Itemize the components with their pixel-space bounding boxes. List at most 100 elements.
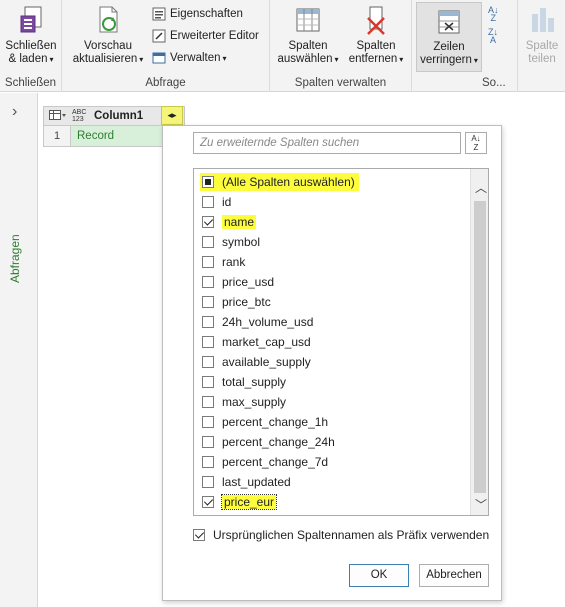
properties-button[interactable]: Eigenschaften xyxy=(152,7,243,21)
prefix-label: Ursprünglichen Spaltennamen als Präfix v… xyxy=(213,528,490,542)
column-list: (Alle Spalten auswählen) id name symbol rank… xyxy=(193,168,489,516)
list-item[interactable]: name xyxy=(202,213,257,231)
split-column-button[interactable]: Spalte teilen xyxy=(520,4,564,66)
column-checkbox[interactable] xyxy=(202,336,214,348)
column-type-icon[interactable]: ABC 123 xyxy=(72,109,92,123)
list-item[interactable]: 24h_volume_usd xyxy=(202,313,313,331)
split-column-icon xyxy=(526,4,558,38)
prefix-option[interactable]: Ursprünglichen Spaltennamen als Präfix v… xyxy=(193,528,489,542)
list-item[interactable]: market_cap_usd xyxy=(202,333,311,351)
queries-side-panel: › Abfragen xyxy=(0,93,38,607)
ribbon-group-manage-columns: Spalten auswählen ▾ Spalten entfernen ▾ Sp… xyxy=(270,0,412,92)
scroll-thumb[interactable] xyxy=(474,201,486,493)
queries-panel-label[interactable]: Abfragen xyxy=(8,234,22,283)
column-label: id xyxy=(222,195,232,209)
column-label: 24h_volume_eur xyxy=(222,515,311,516)
ribbon-group-reduce-rows: Zeilen verringern ▾ A↓ Z Z↓ A So... xyxy=(412,0,518,92)
reduce-rows-icon xyxy=(433,5,465,39)
list-item[interactable]: total_supply xyxy=(202,373,286,391)
close-and-load-icon xyxy=(15,4,47,38)
column-checkbox[interactable] xyxy=(202,296,214,308)
remove-columns-label: Spalten entfernen xyxy=(348,40,398,65)
column-label: 24h_volume_usd xyxy=(222,315,314,329)
sort-az-icon: A↓ Z xyxy=(471,134,481,152)
column-name[interactable]: Column1 xyxy=(94,110,143,122)
column-checkbox[interactable] xyxy=(202,196,214,208)
reduce-rows-label: Zeilen verringern xyxy=(420,41,472,66)
column-checkbox[interactable] xyxy=(202,396,214,408)
remove-columns-button[interactable]: Spalten entfernen ▾ xyxy=(344,4,408,66)
list-item[interactable]: percent_change_24h xyxy=(202,433,335,451)
column-checkbox[interactable] xyxy=(202,356,214,368)
ribbon-group-split: Spalte teilen xyxy=(518,0,565,92)
list-item[interactable]: id xyxy=(202,193,231,211)
column-label: percent_change_1h xyxy=(222,415,329,429)
list-scrollbar[interactable]: ︿ ﹀ xyxy=(470,169,488,515)
list-item[interactable]: last_updated xyxy=(202,473,291,491)
expand-arrows-icon: ◂▸ xyxy=(167,110,177,120)
group-label-close: Schließen xyxy=(4,77,57,89)
sort-icon-bottom: Z xyxy=(473,143,479,152)
reduce-rows-button[interactable]: Zeilen verringern ▾ xyxy=(416,2,482,72)
column-label: price_usd xyxy=(222,275,275,289)
advanced-editor-label: Erweiterter Editor xyxy=(170,30,259,42)
column-checkbox[interactable] xyxy=(202,436,214,448)
scroll-up-icon[interactable]: ︿ xyxy=(475,179,487,196)
column-checkbox[interactable] xyxy=(202,316,214,328)
refresh-preview-button[interactable]: Vorschau aktualisieren ▾ xyxy=(68,4,148,66)
manage-label: Verwalten xyxy=(170,52,221,64)
manage-icon xyxy=(152,51,166,65)
advanced-editor-icon xyxy=(152,29,166,43)
group-label-query: Abfrage xyxy=(145,77,186,89)
properties-label: Eigenschaften xyxy=(170,8,243,20)
list-item[interactable]: price_usd xyxy=(202,273,274,291)
column-label: price_eur xyxy=(220,494,278,510)
list-item[interactable]: symbol xyxy=(202,233,260,251)
list-item[interactable]: max_supply xyxy=(202,393,286,411)
column-checkbox[interactable] xyxy=(202,476,214,488)
ok-button[interactable]: OK xyxy=(349,564,409,587)
column-checkbox[interactable] xyxy=(202,256,214,268)
column-checkbox[interactable] xyxy=(202,376,214,388)
column-checkbox[interactable] xyxy=(202,176,214,188)
list-item[interactable]: 24h_volume_eur xyxy=(202,513,311,516)
list-item[interactable]: price_eur xyxy=(202,493,278,511)
advanced-editor-button[interactable]: Erweiterter Editor xyxy=(152,29,259,43)
column-checkbox[interactable] xyxy=(202,416,214,428)
cancel-button[interactable]: Abbrechen xyxy=(419,564,489,587)
list-item[interactable]: available_supply xyxy=(202,353,311,371)
refresh-preview-icon xyxy=(92,4,124,38)
list-item[interactable]: price_btc xyxy=(202,293,271,311)
sort-ascending-icon: A↓ Z xyxy=(488,5,499,23)
column-search-input[interactable]: Zu erweiternde Spalten suchen xyxy=(193,132,461,154)
column-label: last_updated xyxy=(222,475,291,489)
scroll-down-icon[interactable]: ﹀ xyxy=(475,496,487,513)
list-item[interactable]: rank xyxy=(202,253,245,271)
column-checkbox[interactable] xyxy=(202,456,214,468)
column-label: price_btc xyxy=(222,295,271,309)
table-menu-icon[interactable] xyxy=(44,110,72,122)
column-checkbox[interactable] xyxy=(202,216,214,228)
choose-columns-label: Spalten auswählen xyxy=(277,40,333,65)
expand-column-button[interactable]: ◂▸ xyxy=(161,106,183,125)
expand-columns-popup: Zu erweiternde Spalten suchen A↓ Z (Alle… xyxy=(162,125,502,601)
column-checkbox[interactable] xyxy=(202,236,214,248)
manage-button[interactable]: Verwalten ▾ xyxy=(152,51,227,65)
column-checkbox[interactable] xyxy=(202,276,214,288)
expand-panel-icon[interactable]: › xyxy=(12,103,17,121)
ribbon-group-query: Vorschau aktualisieren ▾ Eigenschaften Er… xyxy=(62,0,270,92)
column-label: percent_change_24h xyxy=(222,435,335,449)
list-item[interactable]: percent_change_7d xyxy=(202,453,328,471)
choose-columns-button[interactable]: Spalten auswählen ▾ xyxy=(276,4,340,66)
list-item[interactable]: (Alle Spalten auswählen) xyxy=(200,173,359,191)
refresh-preview-label: Vorschau aktualisieren xyxy=(72,40,138,65)
sort-columns-button[interactable]: A↓ Z xyxy=(465,132,487,154)
sort-ascending-button[interactable]: A↓ Z xyxy=(488,5,499,23)
close-and-load-label: Schließen & laden xyxy=(5,40,57,65)
sort-descending-button[interactable]: Z↓ A xyxy=(488,28,498,45)
list-item[interactable]: percent_change_1h xyxy=(202,413,328,431)
close-and-load-button[interactable]: Schließen & laden ▾ xyxy=(4,4,58,66)
column-label: name xyxy=(222,215,257,229)
prefix-checkbox[interactable] xyxy=(193,529,205,541)
column-checkbox[interactable] xyxy=(202,496,214,508)
